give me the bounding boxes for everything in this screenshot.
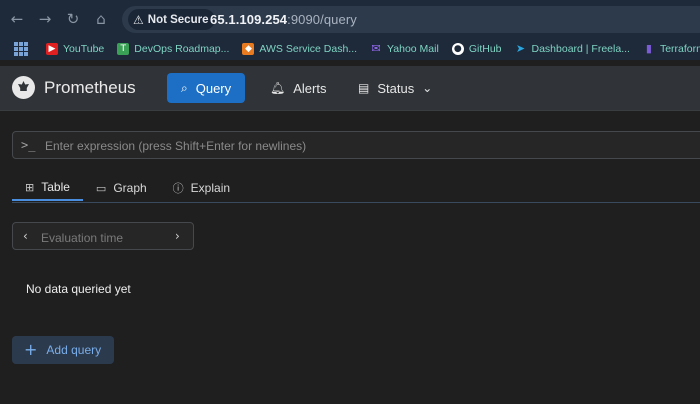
tab-explain[interactable]: ⓘ Explain bbox=[160, 175, 243, 201]
bookmarks-bar: ▶ YouTube T DevOps Roadmap... ◆ AWS Service… bbox=[0, 38, 700, 60]
terraform-icon: ▮ bbox=[645, 42, 652, 55]
info-icon: ⓘ bbox=[172, 182, 184, 195]
table-icon: ⊞ bbox=[25, 180, 35, 194]
security-chip[interactable]: ⚠ Not Secure bbox=[128, 9, 216, 30]
tab-table-label: Table bbox=[41, 180, 70, 194]
tab-graph-label: Graph bbox=[113, 181, 147, 195]
evaluation-time-placeholder: Evaluation time bbox=[41, 231, 124, 245]
server-icon: ▤ bbox=[358, 81, 370, 95]
mail-icon: ✉ bbox=[371, 42, 381, 55]
address-bar[interactable]: ⚠ Not Secure 65.1.109.254:9090/query bbox=[122, 6, 700, 33]
github-icon: ● bbox=[451, 43, 464, 55]
bookmark-label: GitHub bbox=[468, 43, 502, 55]
nav-query-label: Query bbox=[195, 80, 232, 96]
expression-input[interactable]: >_ Enter expression (press Shift+Enter f… bbox=[12, 131, 700, 159]
prometheus-logo-icon bbox=[12, 76, 35, 99]
tab-table[interactable]: ⊞ Table bbox=[12, 175, 83, 201]
chevron-right-icon[interactable]: › bbox=[175, 229, 180, 243]
bookmark-aws[interactable]: ◆ AWS Service Dash... bbox=[242, 43, 357, 55]
forward-arrow-icon[interactable]: → bbox=[36, 10, 54, 28]
apps-grid-icon[interactable] bbox=[14, 42, 28, 56]
url-text[interactable]: 65.1.109.254:9090/query bbox=[210, 12, 357, 27]
search-icon: ⌕ bbox=[181, 80, 188, 95]
warning-icon: ⚠ bbox=[133, 12, 144, 27]
nav-status-button[interactable]: ▤ Status ⌄ bbox=[344, 73, 446, 103]
brand-name: Prometheus bbox=[44, 77, 136, 97]
bookmark-github[interactable]: ● GitHub bbox=[451, 43, 502, 55]
nav-alerts-button[interactable]: 🔔︎ Alerts bbox=[256, 73, 340, 103]
bookmark-devops-roadmap[interactable]: T DevOps Roadmap... bbox=[117, 43, 229, 55]
view-tabs: ⊞ Table ▭ Graph ⓘ Explain bbox=[12, 175, 243, 203]
bookmark-label: YouTube bbox=[63, 43, 105, 55]
youtube-icon: ▶ bbox=[46, 43, 58, 55]
url-path: :9090/query bbox=[287, 12, 357, 27]
url-host: 65.1.109.254 bbox=[210, 12, 288, 27]
bookmark-label: Dashboard | Freela... bbox=[531, 43, 630, 55]
devops-icon: T bbox=[117, 43, 130, 55]
reload-icon[interactable]: ↻ bbox=[64, 10, 82, 28]
expression-placeholder: Enter expression (press Shift+Enter for … bbox=[45, 139, 307, 153]
browser-toolbar: ← → ↻ ⌂ ⚠ Not Secure 65.1.109.254:9090/q… bbox=[0, 0, 700, 38]
bookmark-label: Yahoo Mail bbox=[387, 43, 439, 55]
bookmark-label: AWS Service Dash... bbox=[259, 43, 358, 55]
add-query-button[interactable]: + Add query bbox=[12, 336, 114, 364]
evaluation-time-picker[interactable]: ‹ Evaluation time › bbox=[12, 222, 194, 250]
aws-icon: ◆ bbox=[242, 43, 255, 55]
bookmark-youtube[interactable]: ▶ YouTube bbox=[46, 43, 104, 55]
add-query-label: Add query bbox=[46, 343, 102, 357]
nav-query-button[interactable]: ⌕ Query bbox=[167, 73, 246, 103]
empty-state-message: No data queried yet bbox=[26, 282, 131, 296]
terminal-prompt-icon: >_ bbox=[21, 138, 36, 152]
freelancer-icon: ➤ bbox=[515, 42, 526, 55]
bookmark-dashboard[interactable]: ➤ Dashboard | Freela... bbox=[515, 42, 630, 56]
bookmark-label: Terraform bbox=[659, 43, 700, 55]
brand[interactable]: Prometheus bbox=[12, 76, 136, 99]
plus-icon: + bbox=[24, 340, 38, 359]
security-label: Not Secure bbox=[147, 13, 209, 26]
chevron-left-icon[interactable]: ‹ bbox=[23, 229, 28, 243]
bookmark-terraform[interactable]: ▮ Terraform bbox=[643, 42, 700, 56]
graph-icon: ▭ bbox=[95, 181, 107, 195]
bookmark-yahoo-mail[interactable]: ✉ Yahoo Mail bbox=[370, 42, 439, 56]
app-navbar: Prometheus ⌕ Query 🔔︎ Alerts ▤ Status ⌄ bbox=[0, 66, 700, 110]
tab-explain-label: Explain bbox=[190, 181, 231, 195]
bookmark-label: DevOps Roadmap... bbox=[134, 43, 230, 55]
tab-graph[interactable]: ▭ Graph bbox=[83, 175, 160, 201]
tabs-underline bbox=[12, 202, 700, 203]
nav-status-label: Status bbox=[377, 80, 415, 96]
home-icon[interactable]: ⌂ bbox=[92, 10, 110, 28]
back-arrow-icon[interactable]: ← bbox=[8, 10, 26, 28]
bell-icon: 🔔︎ bbox=[270, 81, 286, 95]
nav-alerts-label: Alerts bbox=[293, 80, 327, 96]
chevron-down-icon: ⌄ bbox=[422, 81, 433, 95]
navbar-divider bbox=[0, 110, 700, 111]
